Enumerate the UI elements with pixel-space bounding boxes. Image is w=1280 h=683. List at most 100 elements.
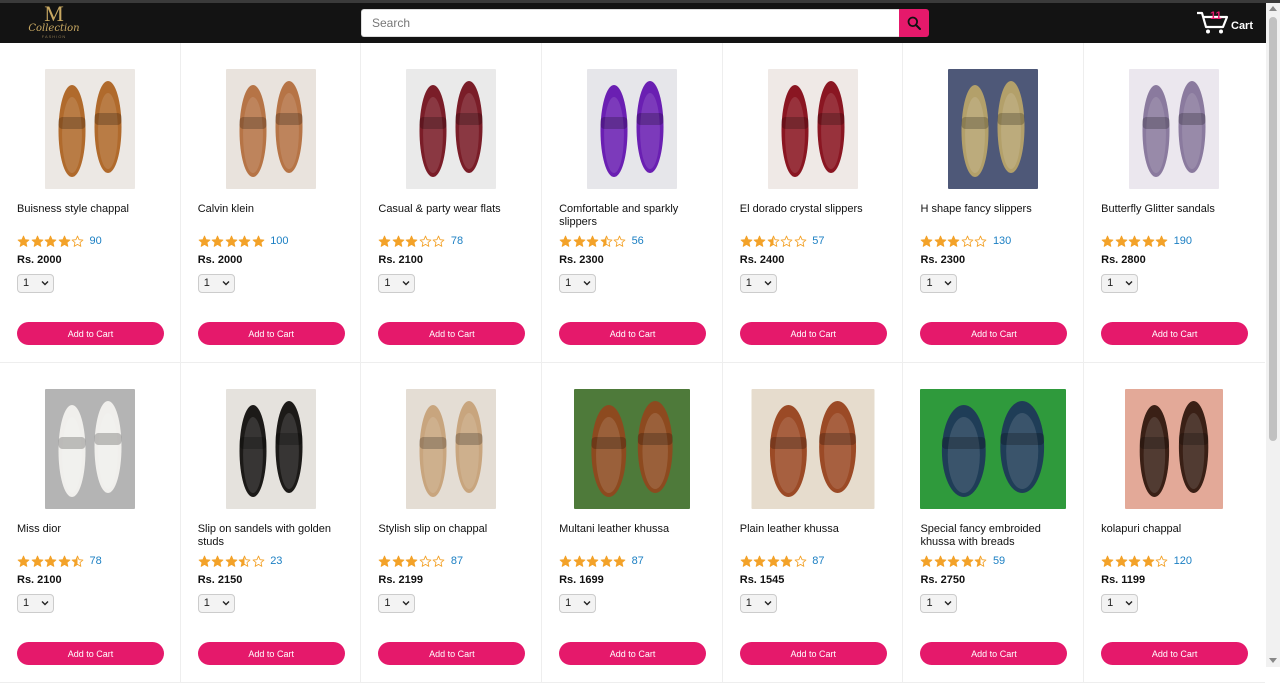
quantity-select[interactable]: 1 <box>378 594 416 613</box>
product-card: kolapuri chappal 120 Rs. 1199 1 Add to C… <box>1084 363 1265 683</box>
product-image[interactable] <box>920 389 1067 509</box>
rating-count[interactable]: 78 <box>90 555 102 567</box>
add-to-cart-button[interactable]: Add to Cart <box>1101 642 1249 665</box>
add-to-cart-button[interactable]: Add to Cart <box>920 642 1068 665</box>
product-image[interactable] <box>1129 69 1220 189</box>
quantity-select[interactable]: 1 <box>739 274 777 293</box>
quantity-value: 1 <box>1107 277 1114 289</box>
add-to-cart-button[interactable]: Add to Cart <box>1101 322 1249 345</box>
product-image[interactable] <box>573 389 690 509</box>
product-image[interactable] <box>225 69 316 189</box>
quantity-select[interactable]: 1 <box>1101 274 1139 293</box>
quantity-select[interactable]: 1 <box>1101 594 1139 613</box>
quantity-select[interactable]: 1 <box>17 274 54 293</box>
scroll-thumb[interactable] <box>1269 17 1277 441</box>
product-image[interactable] <box>225 389 316 509</box>
star-icon <box>961 555 974 567</box>
brand-logo[interactable]: M Collection FASHION <box>24 3 84 40</box>
rating-count[interactable]: 120 <box>1174 555 1192 567</box>
star-icon <box>379 235 391 247</box>
product-name[interactable]: Casual & party wear flats <box>378 203 528 216</box>
add-to-cart-button[interactable]: Add to Cart <box>197 642 345 665</box>
product-name[interactable]: H shape fancy slippers <box>920 203 1070 216</box>
rating-count[interactable]: 130 <box>993 235 1011 247</box>
quantity-select[interactable]: 1 <box>920 594 958 613</box>
rating-count[interactable]: 59 <box>993 555 1005 567</box>
rating-count[interactable]: 87 <box>632 555 644 567</box>
rating-count[interactable]: 87 <box>451 555 463 567</box>
product-name[interactable]: kolapuri chappal <box>1101 523 1251 536</box>
product-name[interactable]: Slip on sandels with golden studs <box>198 523 348 549</box>
quantity-value: 1 <box>1107 597 1114 609</box>
product-name[interactable]: Comfortable and sparkly slippers <box>559 203 709 229</box>
search-button[interactable] <box>899 9 929 37</box>
rating-count[interactable]: 87 <box>812 555 824 567</box>
product-price: Rs. 2400 <box>739 254 785 266</box>
rating-count[interactable]: 78 <box>451 235 463 247</box>
product-name[interactable]: Special fancy embroided khussa with brea… <box>920 523 1070 549</box>
add-to-cart-button[interactable]: Add to Cart <box>920 322 1068 345</box>
star-icon <box>921 235 933 247</box>
rating-count[interactable]: 90 <box>90 235 102 247</box>
product-name[interactable]: Plain leather khussa <box>740 523 890 536</box>
rating-count[interactable]: 100 <box>270 235 288 247</box>
brown-leather-khussa-icon <box>573 389 690 509</box>
add-to-cart-button[interactable]: Add to Cart <box>197 322 345 345</box>
scroll-up-arrow[interactable] <box>1269 6 1277 11</box>
add-to-cart-button[interactable]: Add to Cart <box>378 322 526 345</box>
add-to-cart-button[interactable]: Add to Cart <box>559 642 707 665</box>
add-to-cart-button[interactable]: Add to Cart <box>17 322 164 345</box>
product-name[interactable]: Calvin klein <box>198 203 348 216</box>
product-name[interactable]: El dorado crystal slippers <box>740 203 890 216</box>
search-input[interactable] <box>361 9 899 37</box>
product-image[interactable] <box>44 69 135 189</box>
rating-count[interactable]: 23 <box>270 555 282 567</box>
quantity-select[interactable]: 1 <box>920 274 958 293</box>
quantity-select[interactable]: 1 <box>378 274 416 293</box>
product-rating: 56 <box>559 233 644 249</box>
cart-button[interactable]: 11 Cart <box>1196 9 1256 35</box>
product-image[interactable] <box>44 389 135 509</box>
star-icon <box>767 555 780 567</box>
quantity-select[interactable]: 1 <box>197 274 235 293</box>
star-icon <box>780 555 793 567</box>
product-image[interactable] <box>948 69 1039 189</box>
scroll-down-arrow[interactable] <box>1269 658 1277 663</box>
product-image[interactable] <box>406 389 497 509</box>
product-rating: 78 <box>17 553 102 569</box>
add-to-cart-button[interactable]: Add to Cart <box>17 642 164 665</box>
product-image[interactable] <box>751 389 875 509</box>
quantity-select[interactable]: 1 <box>559 594 597 613</box>
product-card: Butterfly Glitter sandals 190 Rs. 2800 1… <box>1084 43 1265 363</box>
product-image[interactable] <box>767 69 858 189</box>
product-image[interactable] <box>586 69 677 189</box>
product-price: Rs. 2300 <box>559 254 604 266</box>
chevron-down-icon <box>944 281 952 286</box>
product-name[interactable]: Stylish slip on chappal <box>378 523 528 536</box>
product-rating: 130 <box>920 233 1011 249</box>
quantity-select[interactable]: 1 <box>559 274 597 293</box>
quantity-select[interactable]: 1 <box>739 594 777 613</box>
product-card: Slip on sandels with golden studs 23 Rs.… <box>180 363 362 683</box>
product-image[interactable] <box>1125 389 1224 509</box>
kolapuri-chappal-icon <box>1125 389 1224 509</box>
star-icon <box>44 555 57 567</box>
product-rating: 100 <box>198 233 289 249</box>
add-to-cart-button[interactable]: Add to Cart <box>559 322 707 345</box>
product-name[interactable]: Multani leather khussa <box>559 523 709 536</box>
quantity-select[interactable]: 1 <box>197 594 235 613</box>
add-to-cart-button[interactable]: Add to Cart <box>378 642 526 665</box>
star-icon <box>573 555 585 567</box>
page-scrollbar[interactable] <box>1266 3 1280 667</box>
rating-count[interactable]: 190 <box>1174 235 1192 247</box>
add-to-cart-button[interactable]: Add to Cart <box>739 322 887 345</box>
product-image[interactable] <box>406 69 497 189</box>
rating-count[interactable]: 57 <box>812 235 824 247</box>
product-name[interactable]: Miss dior <box>17 523 167 536</box>
add-to-cart-button[interactable]: Add to Cart <box>739 642 887 665</box>
star-icon <box>767 235 780 247</box>
product-name[interactable]: Butterfly Glitter sandals <box>1101 203 1251 216</box>
rating-count[interactable]: 56 <box>632 235 644 247</box>
product-name[interactable]: Buisness style chappal <box>17 203 167 216</box>
quantity-select[interactable]: 1 <box>17 594 54 613</box>
